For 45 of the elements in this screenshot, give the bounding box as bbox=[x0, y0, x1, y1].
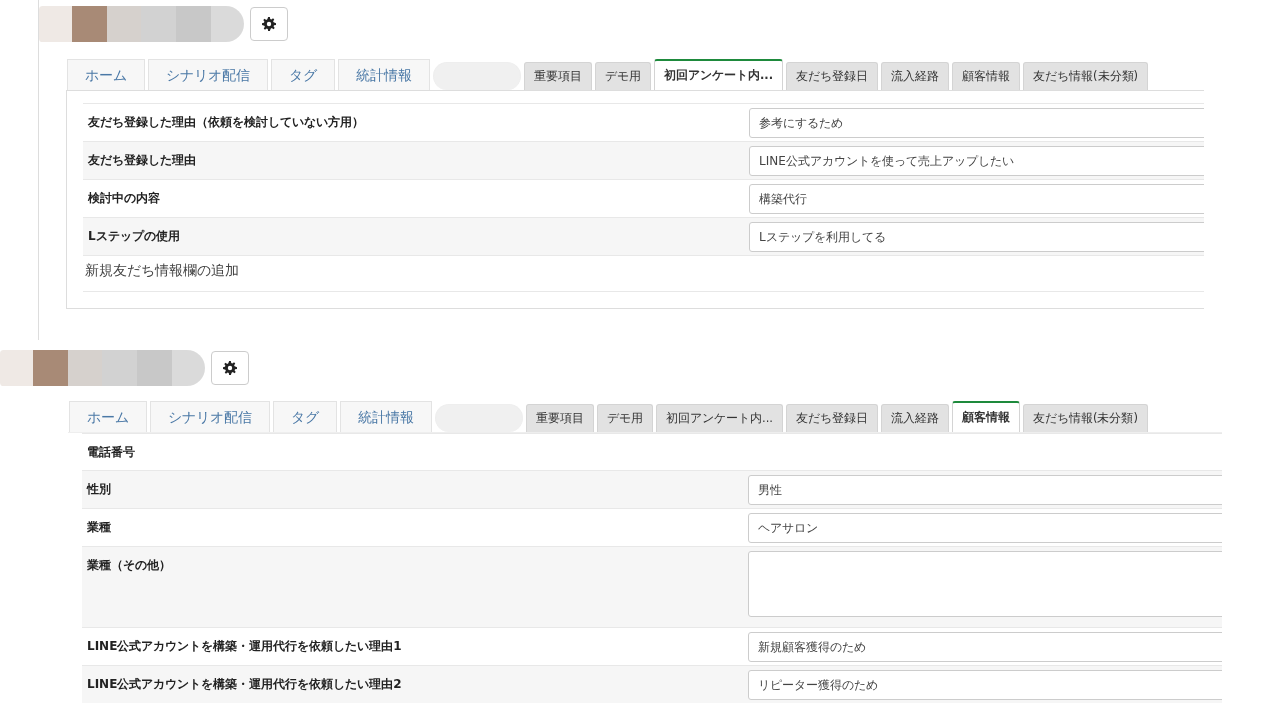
tab[interactable]: ホーム bbox=[69, 401, 147, 432]
tab[interactable]: シナリオ配信 bbox=[150, 401, 270, 432]
tab[interactable]: デモ用 bbox=[595, 62, 651, 90]
field-label: 電話番号 bbox=[86, 444, 136, 461]
field-label: Lステップの使用 bbox=[87, 228, 181, 245]
input-field[interactable]: 参考にするため bbox=[749, 108, 1204, 138]
input-field[interactable]: 男性 bbox=[748, 475, 1222, 505]
field-label: LINE公式アカウントを構築・運用代行を依頼したい理由2 bbox=[86, 676, 403, 693]
input-field[interactable]: Lステップを利用してる bbox=[749, 222, 1204, 252]
tab[interactable]: 流入経路 bbox=[881, 62, 950, 90]
input-field[interactable]: 構築代行 bbox=[749, 184, 1204, 214]
input-field[interactable]: ヘアサロン bbox=[748, 513, 1222, 543]
tab[interactable]: 初回アンケート内... bbox=[654, 59, 784, 90]
settings-icon bbox=[223, 361, 237, 375]
field-label: 業種（その他） bbox=[86, 557, 172, 574]
tab[interactable]: 顧客情報 bbox=[952, 62, 1021, 90]
settings-icon bbox=[262, 17, 276, 31]
tab[interactable]: 初回アンケート内... bbox=[656, 404, 783, 432]
field-label: 友だち登録した理由 bbox=[87, 152, 197, 169]
field-label: 友だち登録した理由（依頼を検討していない方用） bbox=[87, 114, 365, 131]
tab[interactable]: 友だち登録日 bbox=[786, 62, 879, 90]
tab[interactable]: デモ用 bbox=[597, 404, 653, 432]
input-field[interactable]: 新規顧客獲得のため bbox=[748, 632, 1222, 662]
input-field[interactable]: LINE公式アカウントを使って売上アップしたい bbox=[749, 146, 1204, 176]
tab[interactable]: ホーム bbox=[67, 59, 145, 90]
tab[interactable]: 重要項目 bbox=[526, 404, 594, 432]
tab[interactable]: タグ bbox=[273, 401, 337, 432]
settings-button[interactable] bbox=[211, 351, 249, 385]
tab[interactable]: タグ bbox=[271, 59, 335, 90]
input-field[interactable]: リピーター獲得のため bbox=[748, 670, 1222, 700]
field-label: 業種 bbox=[86, 519, 112, 536]
tab[interactable]: 友だち情報(未分類) bbox=[1022, 404, 1148, 432]
field-label: LINE公式アカウントを構築・運用代行を依頼したい理由1 bbox=[86, 638, 403, 655]
field-label: 検討中の内容 bbox=[87, 190, 161, 207]
tab[interactable]: 統計情報 bbox=[338, 59, 430, 90]
tab[interactable]: シナリオ配信 bbox=[148, 59, 268, 90]
tab[interactable]: 流入経路 bbox=[880, 404, 949, 432]
tab[interactable]: 友だち登録日 bbox=[785, 404, 878, 432]
field-label: 性別 bbox=[85, 481, 112, 498]
add-field-link[interactable]: 新規友だち情報欄の追加 bbox=[83, 255, 1204, 292]
tab[interactable]: 友だち情報(未分類) bbox=[1023, 62, 1149, 90]
tab[interactable]: 統計情報 bbox=[340, 401, 432, 432]
settings-button[interactable] bbox=[250, 7, 288, 41]
tab[interactable]: 重要項目 bbox=[524, 62, 592, 90]
tab[interactable]: 顧客情報 bbox=[951, 401, 1020, 432]
